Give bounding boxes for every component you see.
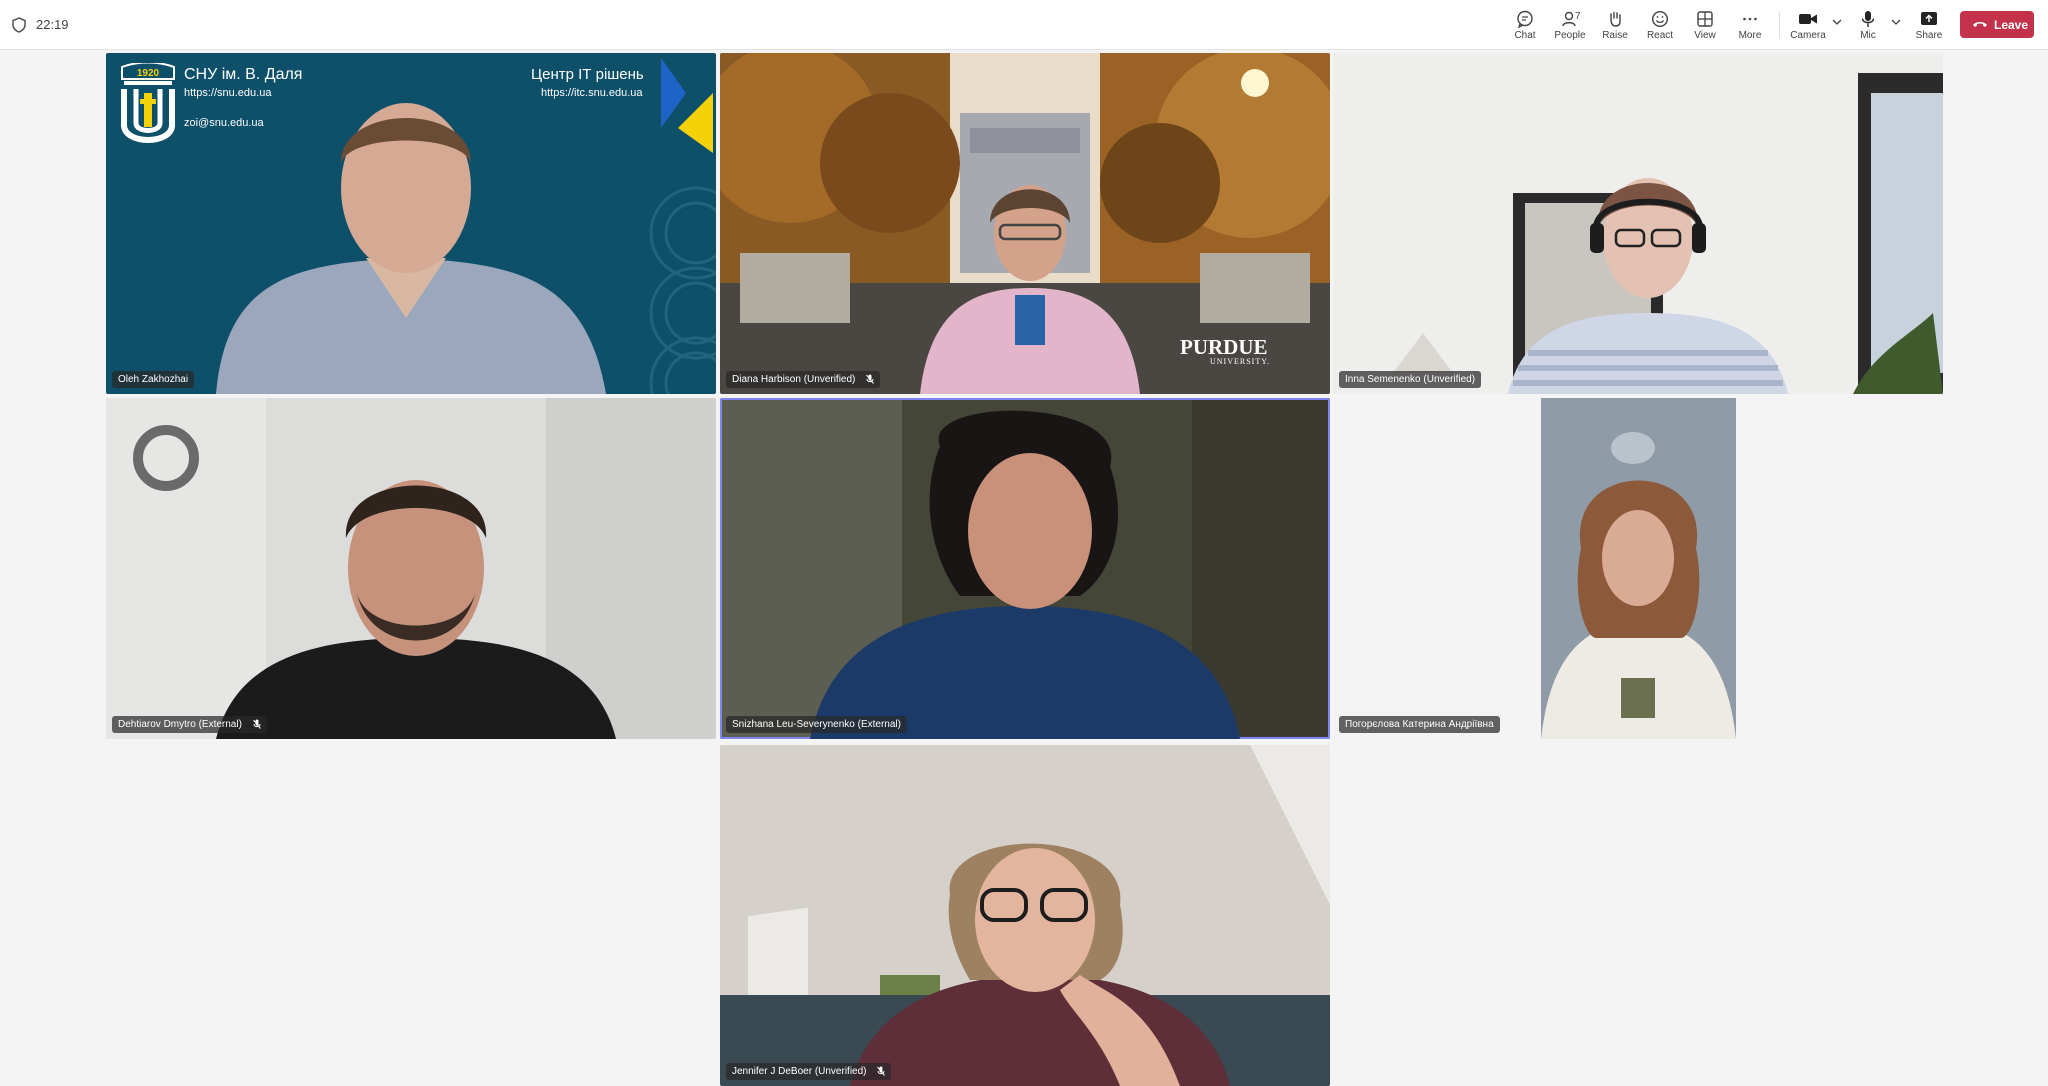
mic-button[interactable]: Mic — [1846, 8, 1890, 44]
participant-name: Jennifer J DeBoer (Unverified) — [732, 1066, 867, 1077]
leave-label: Leave — [1994, 18, 2029, 32]
participant-video — [1508, 178, 1788, 394]
video-camera-icon — [1799, 14, 1817, 24]
camera-button[interactable]: Camera — [1786, 8, 1830, 44]
participant-name: Dehtiarov Dmytro (External) — [118, 719, 242, 730]
muted-mic-icon — [877, 1066, 886, 1077]
participant-tile-jennifer-deboer[interactable]: Jennifer J DeBoer (Unverified) — [720, 745, 1330, 1086]
logo-year: 1920 — [136, 68, 160, 79]
leave-button[interactable]: Leave — [1960, 11, 2034, 38]
participant-name-tag: Jennifer J DeBoer (Unverified) — [726, 1063, 892, 1080]
chat-label: Chat — [1514, 30, 1536, 41]
more-button[interactable]: More — [1728, 8, 1772, 44]
react-label: React — [1646, 30, 1674, 41]
more-label: More — [1738, 30, 1762, 41]
people-label: People — [1554, 30, 1586, 41]
participant-video — [1541, 398, 1736, 739]
share-screen-icon — [1921, 12, 1937, 25]
mic-label: Mic — [1860, 30, 1876, 41]
people-count: 7 — [1575, 11, 1581, 22]
people-button[interactable]: 7 People — [1548, 8, 1592, 44]
share-label: Share — [1915, 30, 1943, 41]
participant-name-tag: Inna Semenenko (Unverified) — [1339, 371, 1482, 388]
react-button[interactable]: React — [1638, 8, 1682, 44]
purdue-brand-sub: UNIVERSITY. — [1210, 357, 1270, 366]
participant-name-tag: Погорєлова Катерина Андріївна — [1339, 716, 1500, 733]
participant-tile-inna-semenenko[interactable]: Inna Semenenko (Unverified) — [1333, 53, 1943, 394]
raise-label: Raise — [1602, 30, 1628, 41]
smiley-icon — [1651, 10, 1669, 28]
hang-up-phone-icon — [1973, 22, 1987, 27]
share-button[interactable]: Share — [1907, 8, 1951, 44]
grid-view-icon — [1697, 11, 1713, 27]
camera-options-chevron-icon[interactable] — [1832, 18, 1842, 26]
participant-tile-diana-harbison[interactable]: PURDUE UNIVERSITY. Diana Harbison (Unver… — [720, 53, 1330, 394]
participant-video — [850, 843, 1230, 1086]
participant-name: Inna Semenenko (Unverified) — [1345, 374, 1476, 385]
participant-video — [216, 103, 606, 394]
meeting-toolbar: 22:19 Chat 7 People Raise React View Mor… — [0, 0, 2048, 50]
microphone-icon — [1861, 11, 1875, 27]
meeting-timer: 22:19 — [36, 17, 69, 32]
view-label: View — [1694, 30, 1716, 41]
view-button[interactable]: View — [1683, 8, 1727, 44]
participant-video — [920, 185, 1140, 394]
participant-name: Oleh Zakhozhai — [118, 374, 189, 385]
chat-icon — [1517, 10, 1533, 28]
mic-options-chevron-icon[interactable] — [1891, 18, 1901, 26]
raise-hand-button[interactable]: Raise — [1593, 8, 1637, 44]
muted-mic-icon — [866, 374, 875, 385]
participant-name: Snizhana Leu-Severynenko (External) — [732, 719, 901, 730]
toolbar-divider — [1779, 12, 1780, 38]
participant-name-tag: Diana Harbison (Unverified) — [726, 371, 881, 388]
participant-video — [810, 410, 1240, 739]
muted-mic-icon — [252, 719, 261, 730]
participant-name-tag: Snizhana Leu-Severynenko (External) — [726, 716, 907, 733]
camera-label: Camera — [1790, 30, 1826, 41]
participant-name-tag: Oleh Zakhozhai — [112, 371, 195, 388]
participant-video-frame — [1541, 398, 1736, 739]
participant-name: Погорєлова Катерина Андріївна — [1345, 719, 1494, 730]
more-dots-icon — [1743, 17, 1757, 21]
participant-tile-oleh-zakhozhai[interactable]: 1920 СНУ ім. В. Даля https://snu.edu.ua … — [106, 53, 716, 394]
participant-tile-pogorielova-kateryna[interactable]: Погорєлова Катерина Андріївна — [1333, 398, 1943, 739]
participant-name-tag: Dehtiarov Dmytro (External) — [112, 716, 267, 733]
chat-button[interactable]: Chat — [1503, 8, 1547, 44]
participant-tile-snizhana-leu-severynenko[interactable]: Snizhana Leu-Severynenko (External) — [720, 398, 1330, 739]
participant-tile-dehtiarov-dmytro[interactable]: Dehtiarov Dmytro (External) — [106, 398, 716, 739]
hand-icon — [1610, 11, 1621, 27]
participant-video — [216, 480, 616, 739]
participant-name: Diana Harbison (Unverified) — [732, 374, 856, 385]
shield-icon — [12, 17, 26, 33]
